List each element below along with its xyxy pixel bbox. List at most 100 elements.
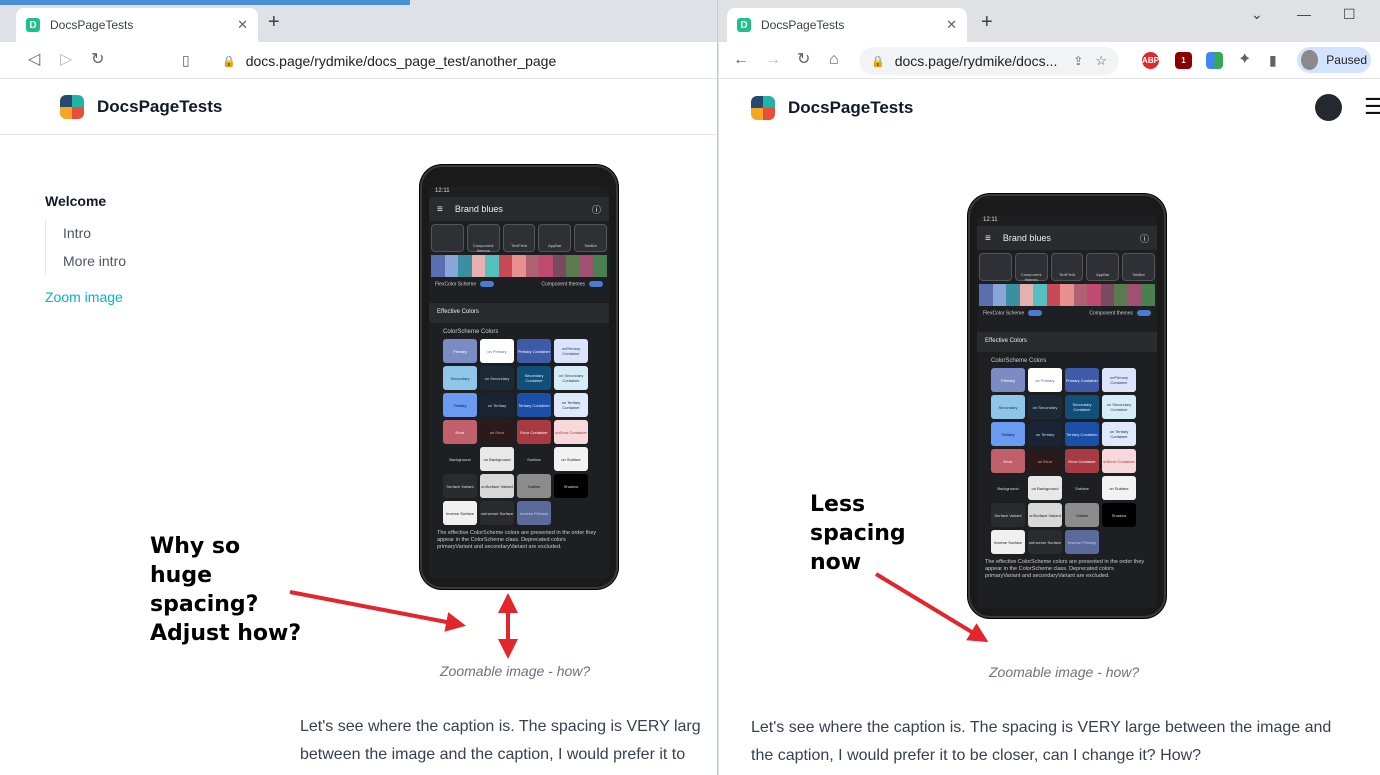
theme-tiles: Component themes TextField AppBar TabBar xyxy=(429,221,609,255)
phone-screenshot-image[interactable]: 12:11 ≡ Brand blues ⓘ Component themes TextFi… xyxy=(968,194,1166,618)
profile-paused-button[interactable]: Paused xyxy=(1297,47,1371,73)
color-cell: on Secondary Container xyxy=(554,366,588,390)
color-cell: Inverse Surface xyxy=(991,530,1025,554)
color-cell: Error Container xyxy=(1065,449,1099,473)
site-title[interactable]: DocsPageTests xyxy=(788,98,913,118)
status-time: 12:11 xyxy=(435,188,450,194)
toggle-switch xyxy=(1028,310,1043,316)
color-cell: onPrimary Container xyxy=(554,339,588,363)
close-tab-icon[interactable]: ✕ xyxy=(237,17,248,33)
color-cell: Secondary xyxy=(991,395,1025,419)
docs-page: DocsPageTests Welcome Intro More intro Z… xyxy=(0,80,717,775)
address-bar[interactable]: 🔒 docs.page/rydmike/docs... ⇪ ☆ xyxy=(859,47,1119,75)
color-swatch xyxy=(593,255,607,277)
toggle-label: FlexColor Scheme xyxy=(983,310,1043,328)
browser-tab[interactable]: D DocsPageTests ✕ xyxy=(16,8,258,42)
color-grid: Primary on Primary Primary Container onPrim… xyxy=(977,368,1157,554)
image-caption: Zoomable image - how? xyxy=(989,664,1140,680)
color-cell: onSurface Variant xyxy=(480,474,514,498)
footnote: The effective ColorScheme colors are pre… xyxy=(985,559,1145,579)
avatar xyxy=(1301,50,1319,70)
tab-search-chevron-down-icon[interactable]: ⌄ xyxy=(1251,6,1263,23)
color-swatch xyxy=(1033,284,1047,306)
close-tab-icon[interactable]: ✕ xyxy=(946,17,957,33)
home-icon[interactable]: ⌂ xyxy=(829,50,839,70)
theme-tile xyxy=(979,253,1012,281)
hamburger-menu-icon[interactable]: ☰ xyxy=(1364,94,1380,120)
color-swatch xyxy=(1006,284,1020,306)
color-swatches xyxy=(977,284,1157,306)
color-swatch xyxy=(979,284,993,306)
annotation-line: now xyxy=(810,550,862,575)
minimize-icon[interactable]: — xyxy=(1297,6,1311,22)
forward-icon[interactable]: → xyxy=(765,50,781,70)
color-cell: onError Container xyxy=(1102,449,1136,473)
theme-tile: TextField xyxy=(1050,253,1084,281)
color-cell: onInverse Surface xyxy=(480,501,514,525)
browser-toolbar: ← → ↻ ⌂ 🔒 docs.page/rydmike/docs... ⇪ ☆ … xyxy=(719,42,1380,79)
ublock-extension-icon[interactable]: 1 xyxy=(1175,52,1192,69)
theme-tile xyxy=(431,224,464,252)
back-icon[interactable]: ◁ xyxy=(28,50,40,70)
extensions-puzzle-icon[interactable]: ✦ xyxy=(1238,50,1251,70)
toggle-row: FlexColor Scheme Component themes xyxy=(429,277,609,303)
status-time: 12:11 xyxy=(983,217,998,223)
color-cell: onPrimary Container xyxy=(1102,368,1136,392)
sidebar-item-zoom-image[interactable]: Zoom image xyxy=(45,289,123,305)
theme-tiles: Component themes TextField AppBar TabBar xyxy=(977,250,1157,284)
sidebar-heading: Welcome xyxy=(45,193,107,209)
toggle-label: Component themes xyxy=(1089,310,1151,328)
browser-toolbar: ◁ ▷ ↻ ▯ 🔒 docs.page/rydmike/docs_page_te… xyxy=(0,42,717,79)
browser-tab[interactable]: D DocsPageTests ✕ xyxy=(727,8,967,42)
maximize-icon[interactable]: ☐ xyxy=(1343,6,1356,23)
color-cell: onInverse Surface xyxy=(1028,530,1062,554)
share-icon[interactable]: ⇪ xyxy=(1073,54,1083,68)
lock-icon: 🔒 xyxy=(222,55,236,68)
theme-tile: TabBar xyxy=(1122,253,1155,281)
github-icon[interactable] xyxy=(1315,94,1342,121)
color-cell: Surface xyxy=(1065,476,1099,500)
back-icon[interactable]: ← xyxy=(733,50,749,70)
tab-strip: D DocsPageTests ✕ + ⌄ — ☐ xyxy=(719,0,1380,42)
sidebar-item-more-intro[interactable]: More intro xyxy=(45,247,126,275)
forward-icon[interactable]: ▷ xyxy=(60,50,72,70)
reload-icon[interactable]: ↻ xyxy=(797,50,810,70)
new-tab-icon[interactable]: + xyxy=(268,12,280,32)
adblock-extension-icon[interactable]: ABP xyxy=(1142,52,1159,69)
color-swatch xyxy=(525,255,540,277)
toggle-row: FlexColor Scheme Component themes xyxy=(977,306,1157,332)
docs-logo-icon[interactable] xyxy=(60,95,84,119)
app-title: Brand blues xyxy=(454,204,503,214)
color-cell: Primary xyxy=(991,368,1025,392)
side-panel-icon[interactable]: ▮ xyxy=(1269,50,1277,70)
reload-icon[interactable]: ↻ xyxy=(91,50,104,70)
annotation-line: Adjust how? xyxy=(150,621,302,646)
color-cell: Outline xyxy=(1065,503,1099,527)
toggle-switch xyxy=(589,281,603,287)
annotation-line: spacing? xyxy=(150,592,259,617)
bookmark-icon[interactable]: ▯ xyxy=(182,50,190,70)
color-cell: Shadow xyxy=(1102,503,1136,527)
color-swatch xyxy=(1019,284,1034,306)
docs-logo-icon[interactable] xyxy=(751,95,775,120)
phone-screenshot-image[interactable]: 12:11 ≡ Brand blues ⓘ Component themes TextFi… xyxy=(420,165,618,589)
color-cell: Error xyxy=(443,420,477,444)
new-tab-icon[interactable]: + xyxy=(981,12,993,32)
color-cell: Error xyxy=(991,449,1025,473)
color-cell: Primary xyxy=(443,339,477,363)
color-swatch xyxy=(1114,284,1128,306)
color-swatch xyxy=(566,255,580,277)
site-title[interactable]: DocsPageTests xyxy=(97,97,222,117)
app-bar: ≡ Brand blues ⓘ xyxy=(977,226,1157,250)
google-extension-icon[interactable] xyxy=(1206,52,1223,69)
color-cell: on Tertiary Container xyxy=(1102,422,1136,446)
section-header: Effective Colors xyxy=(429,303,609,323)
theme-tile: TextField xyxy=(502,224,536,252)
sidebar-item-intro[interactable]: Intro xyxy=(45,219,91,247)
bookmark-star-icon[interactable]: ☆ xyxy=(1095,53,1107,69)
color-grid: Primary on Primary Primary Container onPrim… xyxy=(429,339,609,525)
address-bar[interactable]: 🔒 docs.page/rydmike/docs_page_test/anoth… xyxy=(210,47,710,75)
color-swatch xyxy=(552,255,567,277)
color-cell: Surface Variant xyxy=(991,503,1025,527)
info-icon: ⓘ xyxy=(1139,233,1149,244)
